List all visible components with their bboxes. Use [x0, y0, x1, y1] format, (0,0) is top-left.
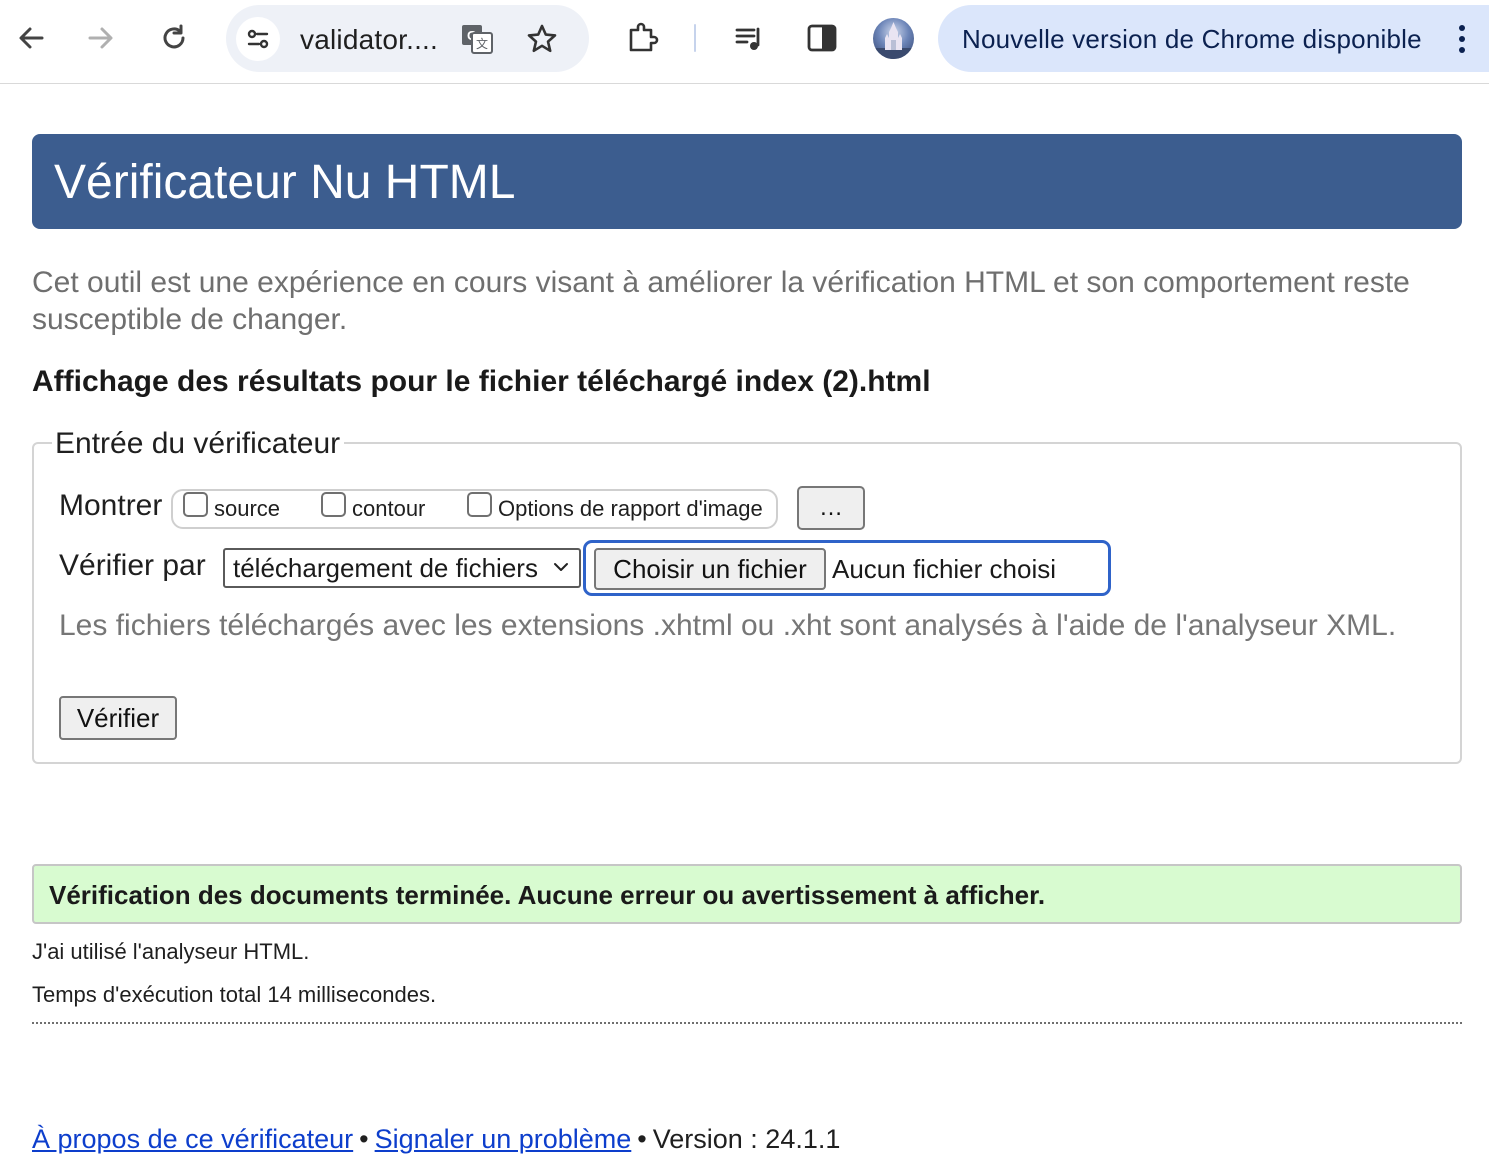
side-panel-button[interactable]	[802, 18, 842, 58]
outline-label: contour	[352, 496, 426, 521]
footer-separator: •	[637, 1124, 647, 1154]
image-report-checkbox[interactable]	[467, 491, 492, 517]
success-message: Vérification des documents terminée. Auc…	[49, 880, 1046, 910]
media-controls-button[interactable]	[729, 18, 769, 58]
results-title: Affichage des résultats pour le fichier …	[32, 365, 931, 398]
translate-button[interactable]: G 文	[459, 21, 495, 57]
about-link[interactable]: À propos de ce vérificateur	[32, 1124, 353, 1154]
source-label: source	[214, 496, 281, 521]
file-input[interactable]: Choisir un fichier Aucun fichier choisi	[583, 540, 1111, 596]
extensions-button[interactable]	[623, 18, 663, 58]
chrome-update-button[interactable]: Nouvelle version de Chrome disponible	[938, 5, 1489, 72]
version-text: Version : 24.1.1	[652, 1124, 841, 1154]
check-by-selected-value: téléchargement de fichiers	[233, 553, 538, 583]
show-options-group: source contour Options de rapport d'imag…	[171, 489, 778, 529]
side-panel-icon	[807, 24, 837, 52]
parser-info: J'ai utilisé l'analyseur HTML.	[32, 939, 310, 964]
more-options-button[interactable]: …	[797, 486, 865, 530]
forward-button[interactable]	[81, 18, 121, 58]
castle-image	[873, 22, 914, 59]
fieldset-legend: Entrée du vérificateur	[52, 427, 345, 461]
svg-text:文: 文	[476, 36, 488, 51]
xml-parser-hint: Les fichiers téléchargés avec les extens…	[59, 609, 1397, 642]
avatar[interactable]	[873, 18, 914, 59]
check-by-select[interactable]: téléchargement de fichiers	[223, 548, 581, 588]
source-checkbox[interactable]	[183, 491, 208, 517]
footer: À propos de ce vérificateur • Signaler un …	[32, 1122, 840, 1156]
star-icon	[527, 24, 557, 53]
toolbar-divider	[694, 24, 696, 52]
choose-file-button[interactable]: Choisir un fichier	[594, 548, 826, 590]
option-image-report[interactable]: Options de rapport d'image	[467, 491, 763, 527]
back-button[interactable]	[11, 18, 51, 58]
translate-icon: G 文	[462, 25, 493, 54]
chevron-down-icon	[554, 563, 568, 571]
tune-icon	[247, 29, 269, 49]
arrow-left-icon	[19, 27, 44, 49]
check-by-label: Vérifier par	[59, 549, 206, 582]
arrow-right-icon	[88, 27, 113, 49]
image-report-label: Options de rapport d'image	[498, 496, 763, 521]
report-issue-link[interactable]: Signaler un problème	[375, 1124, 632, 1154]
file-status-text: Aucun fichier choisi	[832, 554, 1056, 584]
footer-separator: •	[359, 1124, 369, 1154]
kebab-menu-icon[interactable]	[1450, 21, 1474, 57]
update-notice-text: Nouvelle version de Chrome disponible	[962, 24, 1422, 54]
option-outline[interactable]: contour	[321, 491, 425, 527]
timing-info: Temps d'exécution total 14 millisecondes…	[32, 982, 437, 1007]
checker-input-fieldset: Entrée du vérificateur Montrer source co…	[32, 427, 1462, 764]
media-queue-icon	[735, 27, 760, 50]
intro-text: Cet outil est une expérience en cours vi…	[32, 266, 1410, 336]
verify-button[interactable]: Vérifier	[59, 696, 177, 740]
divider	[32, 1022, 1462, 1024]
outline-checkbox[interactable]	[321, 491, 346, 517]
success-message-box: Vérification des documents terminée. Auc…	[32, 864, 1462, 924]
address-bar[interactable]: validator.... G 文	[226, 5, 589, 72]
puzzle-icon	[629, 22, 659, 52]
site-info-button[interactable]	[236, 17, 280, 61]
reload-icon	[163, 24, 185, 49]
bookmark-button[interactable]	[524, 21, 560, 57]
page-header: Vérificateur Nu HTML	[32, 134, 1462, 229]
show-label: Montrer	[59, 489, 163, 522]
page-title: Vérificateur Nu HTML	[54, 156, 516, 209]
reload-button[interactable]	[154, 18, 194, 58]
option-source[interactable]: source	[183, 491, 280, 527]
browser-toolbar: validator.... G 文	[0, 0, 1489, 84]
url-text[interactable]: validator....	[300, 24, 438, 56]
